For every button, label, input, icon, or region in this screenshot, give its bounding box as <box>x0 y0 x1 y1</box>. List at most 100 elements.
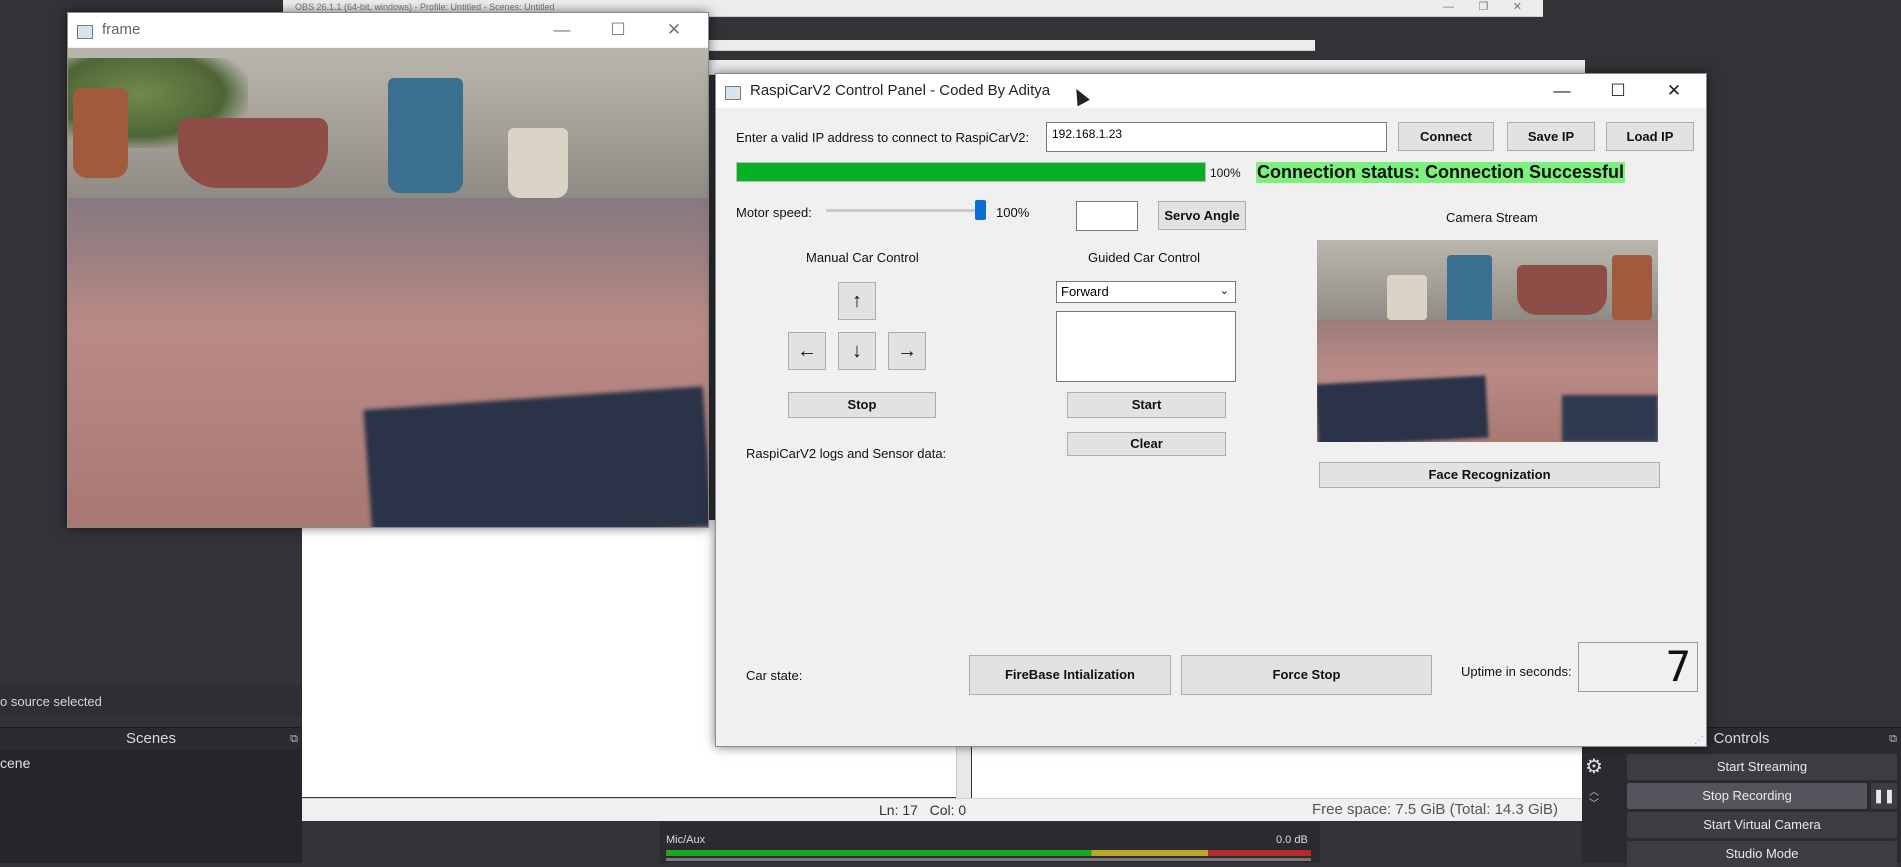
editor-scrollbar[interactable] <box>956 746 971 798</box>
ip-input[interactable]: 192.168.1.23 <box>1046 122 1387 152</box>
arrow-up-icon: ↑ <box>852 290 862 312</box>
slider-handle[interactable] <box>975 200 986 220</box>
frame-video <box>68 48 708 527</box>
camera-pot-orange <box>1612 255 1652 320</box>
floor-shadow <box>68 198 708 308</box>
firebase-init-button[interactable]: FireBase Intialization <box>969 655 1171 695</box>
uptime-label: Uptime in seconds: <box>1461 664 1572 679</box>
progress-percent: 100% <box>1210 166 1241 180</box>
slider-track <box>826 209 986 212</box>
camera-pot-white <box>1387 275 1427 320</box>
servo-angle-input[interactable] <box>1076 201 1138 231</box>
camera-pot-blue <box>1447 255 1492 325</box>
control-panel-window: RaspiCarV2 Control Panel - Coded By Adit… <box>715 73 1707 747</box>
forward-button[interactable]: ↑ <box>838 282 876 320</box>
load-ip-button[interactable]: Load IP <box>1606 122 1694 151</box>
pot-white <box>508 128 568 198</box>
scene-list-item[interactable]: cene <box>0 755 30 771</box>
editor-line-col: Ln: 17 Col: 0 <box>879 802 967 818</box>
pause-recording-button[interactable]: ❚❚ <box>1871 783 1897 809</box>
undock-icon[interactable]: ⧉ <box>1889 728 1897 750</box>
uptime-value: 7 <box>1665 642 1691 691</box>
scenes-list[interactable]: cene <box>0 750 302 863</box>
studio-mode-button[interactable]: Studio Mode <box>1627 841 1897 867</box>
window-icon <box>77 25 93 39</box>
frame-title: frame <box>102 21 141 38</box>
direction-selected: Forward <box>1061 284 1109 299</box>
car-state-label: Car state: <box>746 668 803 683</box>
arrow-down-icon: ↓ <box>852 340 862 362</box>
gear-icon[interactable]: ⚙ <box>1585 754 1603 779</box>
free-space-text: Free space: 7.5 GiB (Total: 14.3 GiB) <box>1312 801 1558 818</box>
motor-speed-value: 100% <box>996 205 1030 220</box>
servo-angle-button[interactable]: Servo Angle <box>1158 201 1246 230</box>
window-icon <box>725 86 741 100</box>
controls-title: Controls <box>1713 730 1770 747</box>
audio-mixer: Mic/Aux 0.0 dB <box>660 822 1320 863</box>
output-area <box>972 746 1582 798</box>
volume-slider[interactable] <box>666 858 1311 861</box>
backward-button[interactable]: ↓ <box>838 332 876 370</box>
progress-fill <box>737 163 1205 181</box>
arrow-right-icon: → <box>897 340 917 362</box>
mixer-db-value: 0.0 dB <box>1276 834 1308 846</box>
close-icon[interactable]: ✕ <box>646 13 702 47</box>
left-button[interactable]: ← <box>788 332 826 370</box>
save-ip-button[interactable]: Save IP <box>1507 122 1595 151</box>
start-virtual-camera-button[interactable]: Start Virtual Camera <box>1627 812 1897 838</box>
pot-blue <box>388 78 463 193</box>
controls-panel: ⚙ ︿ ﹀ Start Streaming Stop Recording ❚❚ … <box>1582 750 1901 867</box>
volume-meter <box>666 850 1311 856</box>
pot-left <box>73 88 128 178</box>
pause-icon: ❚❚ <box>1873 788 1895 803</box>
editor-statusbar: Ln: 17 Col: 0 Free space: 7.5 GiB (Total… <box>302 798 1582 821</box>
direction-select[interactable]: Forward ⌄ <box>1056 281 1236 303</box>
camera-stream-label: Camera Stream <box>1446 210 1538 225</box>
chevron-down-icon: ⌄ <box>1219 285 1229 297</box>
maximize-icon[interactable]: ☐ <box>1590 74 1646 108</box>
resize-grip-icon[interactable]: ⋰ <box>1694 735 1704 746</box>
connection-progress-bar <box>736 162 1206 182</box>
undock-icon[interactable]: ⧉ <box>290 728 298 750</box>
camera-stream-view <box>1317 240 1658 442</box>
minimize-icon[interactable]: — <box>534 13 590 47</box>
source-properties-bar: o source selected <box>0 686 302 716</box>
scenes-title: Scenes <box>125 730 177 747</box>
camera-pot-red <box>1517 265 1607 315</box>
ip-label: Enter a valid IP address to connect to R… <box>736 130 1030 145</box>
chevron-down-icon[interactable]: ﹀ <box>1589 795 1599 810</box>
guided-control-label: Guided Car Control <box>1088 250 1200 265</box>
no-source-text: o source selected <box>0 694 102 709</box>
right-button[interactable]: → <box>888 332 926 370</box>
guided-command-list[interactable] <box>1056 311 1236 382</box>
stop-button[interactable]: Stop <box>788 392 936 418</box>
frame-titlebar[interactable]: frame — ☐ ✕ <box>68 13 708 47</box>
pcb-board <box>363 386 708 527</box>
clear-button[interactable]: Clear <box>1067 432 1226 456</box>
obs-window-controls[interactable]: — ❐ ✕ <box>1443 0 1522 13</box>
control-panel-title: RaspiCarV2 Control Panel - Coded By Adit… <box>750 82 1051 99</box>
uptime-display: 7 <box>1578 642 1698 692</box>
minimize-icon[interactable]: — <box>1534 74 1590 108</box>
camera-pcb-2 <box>1562 395 1658 442</box>
force-stop-button[interactable]: Force Stop <box>1181 655 1432 695</box>
camera-pcb <box>1317 375 1489 442</box>
close-icon[interactable]: ✕ <box>1646 74 1702 108</box>
obs-window-title: OBS 26.1.1 (64-bit, windows) - Profile: … <box>295 2 555 12</box>
pot-red <box>178 118 328 188</box>
start-button[interactable]: Start <box>1067 392 1226 418</box>
motor-speed-label: Motor speed: <box>736 205 812 220</box>
mixer-channel-name: Mic/Aux <box>666 834 706 846</box>
logs-label: RaspiCarV2 logs and Sensor data: <box>746 446 947 461</box>
control-panel-titlebar[interactable]: RaspiCarV2 Control Panel - Coded By Adit… <box>716 74 1706 108</box>
arrow-left-icon: ← <box>797 340 817 362</box>
maximize-icon[interactable]: ☐ <box>590 13 646 47</box>
motor-speed-slider[interactable] <box>826 198 986 224</box>
scenes-dock-title: Scenes ⧉ <box>0 727 302 750</box>
manual-control-label: Manual Car Control <box>806 250 919 265</box>
stop-recording-button[interactable]: Stop Recording <box>1627 783 1867 809</box>
background-window-strip <box>605 40 1315 51</box>
connect-button[interactable]: Connect <box>1398 122 1494 151</box>
face-recognition-button[interactable]: Face Recognization <box>1319 462 1660 488</box>
start-streaming-button[interactable]: Start Streaming <box>1627 754 1897 780</box>
